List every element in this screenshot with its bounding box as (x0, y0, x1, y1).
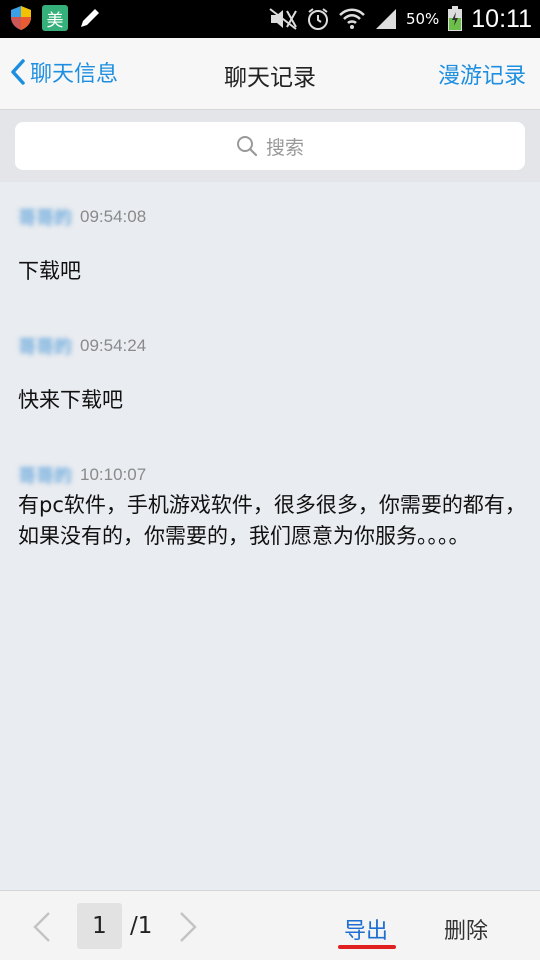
message-sender[interactable]: 哥哥的 (18, 462, 72, 488)
status-clock: 10:11 (471, 4, 532, 33)
search-input[interactable]: 搜索 (15, 122, 525, 170)
message-header: 哥哥的 09:54:24 (18, 333, 530, 359)
message-item: 哥哥的 10:10:07 有pc软件，手机游戏软件，很多很多，你需要的都有，如果… (18, 462, 530, 552)
message-list: 哥哥的 09:54:08 下载吧 哥哥的 09:54:24 快来下载吧 哥哥的 … (0, 182, 540, 890)
wifi-icon (339, 8, 365, 29)
message-sender[interactable]: 哥哥的 (18, 204, 72, 230)
message-text: 下载吧 (18, 259, 81, 283)
roaming-records-button[interactable]: 漫游记录 (438, 58, 526, 90)
message-item: 哥哥的 09:54:08 下载吧 (18, 204, 530, 287)
chevron-left-icon[interactable] (30, 911, 54, 943)
status-bar: 美 50% 10:11 (0, 0, 540, 38)
status-right-icons: 50% 10:11 (268, 4, 532, 34)
message-time: 09:54:08 (80, 207, 147, 226)
app-badge-icon: 美 (42, 5, 68, 31)
battery-percent: 50% (405, 10, 440, 28)
message-text: 快来下载吧 (18, 388, 123, 412)
message-time: 09:54:24 (80, 336, 147, 355)
shield-icon (11, 6, 31, 30)
chevron-right-icon[interactable] (176, 911, 200, 943)
mute-icon (269, 8, 297, 30)
message-time: 10:10:07 (80, 465, 147, 484)
status-left-icons: 美 (10, 5, 102, 31)
search-icon (236, 136, 258, 157)
export-button[interactable]: 导出 (344, 913, 388, 945)
battery-icon (448, 6, 463, 31)
delete-button[interactable]: 删除 (444, 913, 488, 945)
message-text: 有pc软件，手机游戏软件，很多很多，你需要的都有，如果没有的，你需要的，我们愿意… (18, 493, 526, 548)
signal-icon (375, 9, 396, 29)
alarm-icon (307, 8, 328, 30)
message-header: 哥哥的 09:54:08 (18, 204, 530, 230)
export-highlight-underline (338, 945, 396, 949)
pen-icon (81, 9, 99, 27)
message-item: 哥哥的 09:54:24 快来下载吧 (18, 333, 530, 416)
search-placeholder: 搜索 (265, 136, 304, 159)
back-button-label: 聊天信息 (30, 62, 119, 87)
page-total: /1 (130, 913, 153, 939)
page-number-input[interactable]: 1 (77, 903, 122, 949)
header-bar: 聊天信息 聊天记录 漫游记录 (0, 38, 540, 110)
message-header: 哥哥的 10:10:07 (18, 462, 530, 488)
chevron-left-icon (11, 59, 25, 85)
bottom-toolbar: 1 /1 导出 删除 (0, 890, 540, 960)
message-sender[interactable]: 哥哥的 (18, 333, 72, 359)
search-area: 搜索 (0, 110, 540, 182)
back-button[interactable]: 聊天信息 (10, 56, 118, 88)
